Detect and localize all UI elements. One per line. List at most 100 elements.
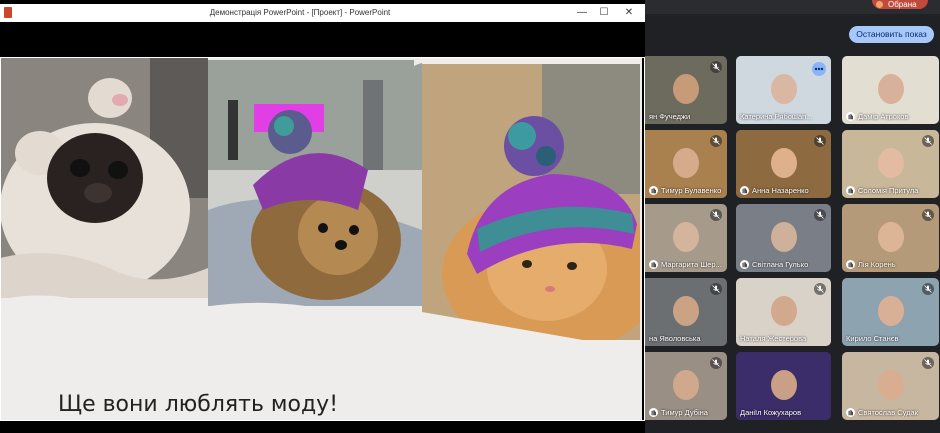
participant-name-label: на Яволовська <box>649 334 701 343</box>
mic-off-icon <box>922 357 934 369</box>
participant-name: Тимур Булавенко <box>645 186 727 195</box>
participant-name-label: Маргарита Шер... <box>661 260 722 269</box>
more-options-icon[interactable] <box>812 62 826 76</box>
mic-off-icon <box>710 209 722 221</box>
stop-presenting-button[interactable]: Остановить показ <box>849 26 934 43</box>
participant-tile[interactable]: Тимур Булавенко <box>645 130 727 198</box>
maximize-button[interactable]: ☐ <box>597 6 611 20</box>
participant-name: Святослав Судак <box>842 408 939 417</box>
participant-tile[interactable]: Святослав Судак <box>842 352 939 420</box>
participant-tile[interactable]: Лія Корень <box>842 204 939 272</box>
participant-name: Даніїл Кожухаров <box>736 408 831 417</box>
participant-face <box>877 222 904 252</box>
mic-off-icon <box>922 135 934 147</box>
participant-name-label: Анна Назаренко <box>752 186 809 195</box>
participant-face <box>877 296 904 326</box>
raised-hand-icon <box>649 408 658 417</box>
raised-hand-icon <box>649 260 658 269</box>
participant-name: Кирило Станєв <box>842 334 939 343</box>
participant-tile[interactable]: Тимур Дубіна <box>645 352 727 420</box>
participant-tile[interactable]: Даніїл Кожухаров <box>736 352 831 420</box>
slide-caption: Ще вони люблять моду! <box>58 392 339 417</box>
participant-face <box>877 74 904 104</box>
participant-face <box>673 370 699 400</box>
participant-tile[interactable]: Кирило Станєв <box>842 278 939 346</box>
participant-name: Маргарита Шер... <box>645 260 727 269</box>
close-button[interactable]: ✕ <box>622 6 636 20</box>
slide[interactable]: Ще вони люблять моду! <box>0 58 642 420</box>
participant-face <box>770 74 797 104</box>
raised-hand-icon <box>846 186 855 195</box>
participant-face <box>673 148 699 178</box>
raised-hand-icon <box>846 112 855 121</box>
raised-hand-icon <box>649 186 658 195</box>
participant-tile[interactable]: Анна Назаренко <box>736 130 831 198</box>
participant-name: Тимур Дубіна <box>645 408 727 417</box>
window-title: Демонстрація PowerPoint - [Проект] - Pow… <box>209 8 391 17</box>
mic-off-icon <box>814 283 826 295</box>
participant-name: ян Фучеджи <box>645 112 727 121</box>
pug-illustration <box>0 58 208 298</box>
participant-face <box>673 74 699 104</box>
participant-name-label: ян Фучеджи <box>649 112 691 121</box>
participant-name-label: Лія Корень <box>858 260 896 269</box>
participant-name: Анна Назаренко <box>736 186 831 195</box>
participant-tile[interactable]: на Яволовська <box>645 278 727 346</box>
photo-yorkie-hat <box>208 60 422 306</box>
participant-name: Наталя Жестерова <box>736 334 831 343</box>
powerpoint-window: Демонстрація PowerPoint - [Проект] - Pow… <box>0 0 645 433</box>
participant-name: Світлана Гулько <box>736 260 831 269</box>
participant-name: Дамір Атроков <box>842 112 939 121</box>
participant-name: Лія Корень <box>842 260 939 269</box>
mic-off-icon <box>710 357 722 369</box>
participant-face <box>770 370 797 400</box>
raised-hand-icon <box>740 260 749 269</box>
participant-name-label: Наталя Жестерова <box>740 334 807 343</box>
powerpoint-bottom-bar <box>0 421 645 433</box>
yorkie-illustration <box>208 60 422 306</box>
participant-face <box>877 370 904 400</box>
participant-tile[interactable]: Катерина Рябошап... <box>736 56 831 124</box>
participant-name-label: Світлана Гулько <box>752 260 809 269</box>
raised-hand-icon <box>740 186 749 195</box>
participant-name-label: Тимур Дубіна <box>661 408 708 417</box>
torn-paper-edge <box>0 295 640 354</box>
participant-tile[interactable]: Соломія Притула <box>842 130 939 198</box>
participant-name: Катерина Рябошап... <box>736 112 831 121</box>
participant-tile[interactable]: Світлана Гулько <box>736 204 831 272</box>
account-chip[interactable]: Обрана <box>872 0 928 9</box>
participant-face <box>673 222 699 252</box>
photo-pug-costume <box>0 58 208 298</box>
mic-off-icon <box>710 61 722 73</box>
mic-off-icon <box>922 209 934 221</box>
participant-tile[interactable]: ян Фучеджи <box>645 56 727 124</box>
participant-name: Соломія Притула <box>842 186 939 195</box>
raised-hand-icon <box>846 260 855 269</box>
participant-name-label: Святослав Судак <box>858 408 919 417</box>
participant-name-label: Дамір Атроков <box>858 112 909 121</box>
account-label: Обрана <box>888 0 917 9</box>
avatar <box>876 1 883 8</box>
participant-name-label: Даніїл Кожухаров <box>740 408 802 417</box>
mic-off-icon <box>814 135 826 147</box>
participant-name-label: Соломія Притула <box>858 186 919 195</box>
participant-face <box>877 148 904 178</box>
participant-tile[interactable]: Наталя Жестерова <box>736 278 831 346</box>
participant-name-label: Кирило Станєв <box>846 334 899 343</box>
mic-off-icon <box>710 283 722 295</box>
participant-tile[interactable]: Маргарита Шер... <box>645 204 727 272</box>
participant-name-label: Тимур Булавенко <box>661 186 722 195</box>
raised-hand-icon <box>846 408 855 417</box>
torn-paper-top <box>200 58 642 66</box>
mic-off-icon <box>710 135 722 147</box>
participant-face <box>770 148 797 178</box>
participant-name: на Яволовська <box>645 334 727 343</box>
minimize-button[interactable]: — <box>575 6 589 20</box>
participant-name-label: Катерина Рябошап... <box>740 112 813 121</box>
participant-tile[interactable]: Дамір Атроков <box>842 56 939 124</box>
powerpoint-titlebar[interactable]: Демонстрація PowerPoint - [Проект] - Pow… <box>0 4 645 22</box>
mic-off-icon <box>922 283 934 295</box>
participant-face <box>770 296 797 326</box>
participant-face <box>673 296 699 326</box>
participant-face <box>770 222 797 252</box>
